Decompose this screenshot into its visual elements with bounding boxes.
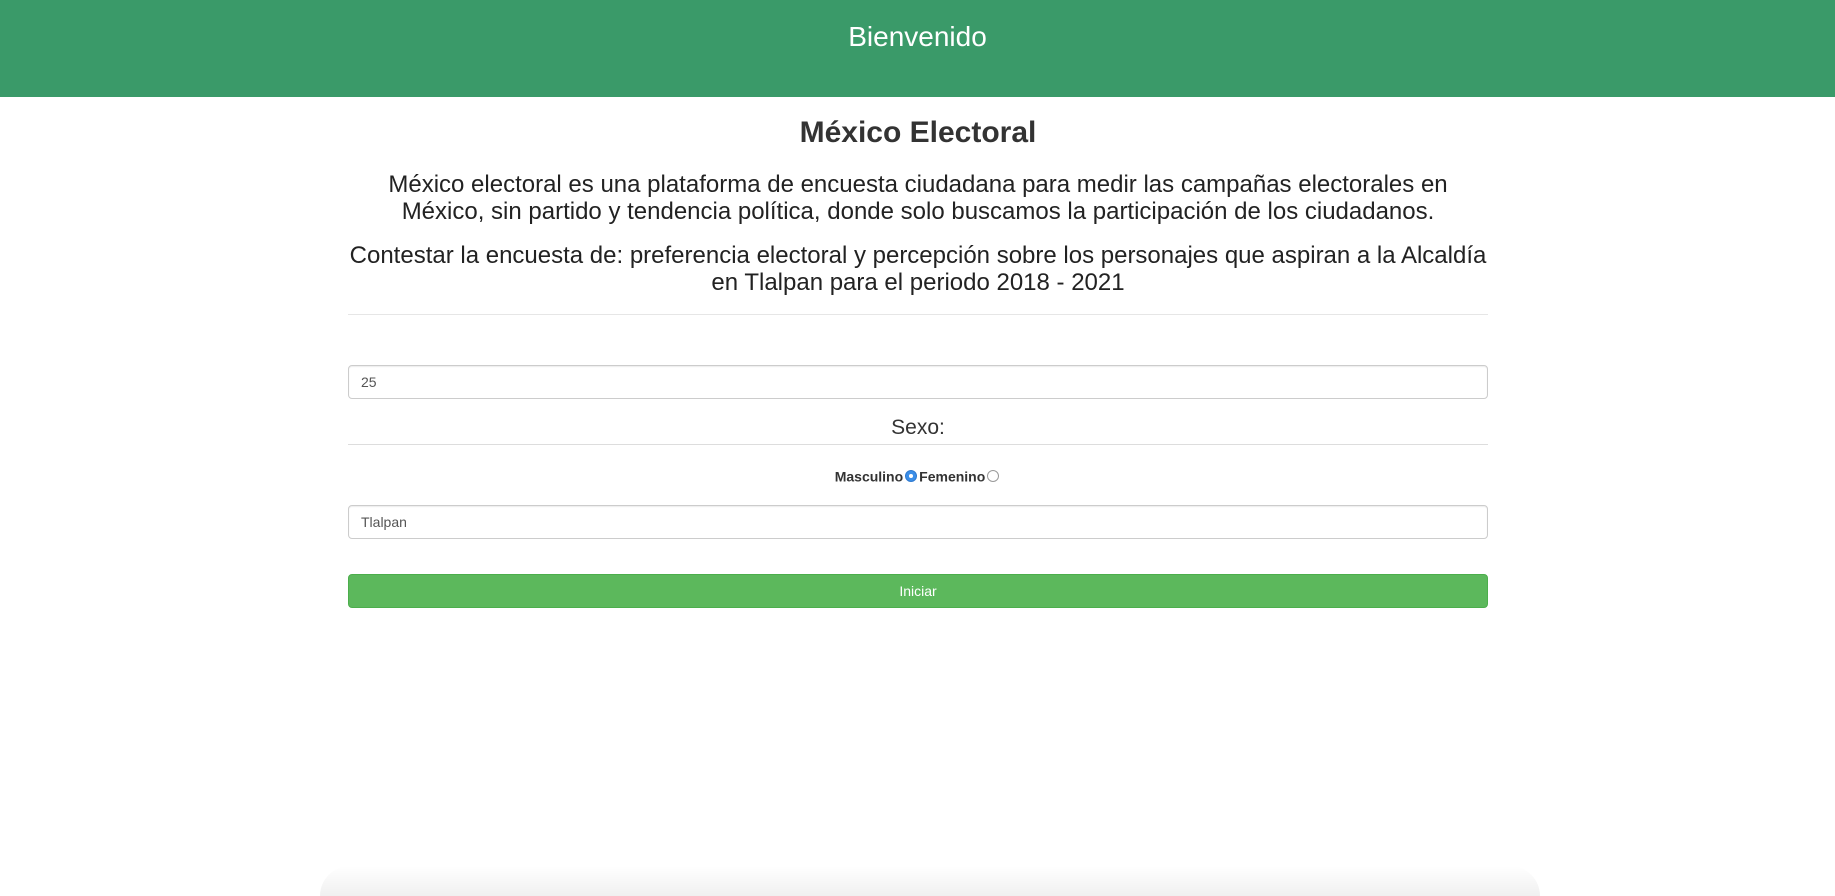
start-button[interactable]: Iniciar: [348, 574, 1488, 608]
radio-femenino[interactable]: [987, 470, 1000, 483]
radio-label-femenino[interactable]: Femenino: [919, 468, 985, 484]
section-divider: [348, 314, 1488, 315]
alcaldia-input-value: Tlalpan: [361, 514, 407, 530]
age-input[interactable]: 25: [348, 365, 1488, 399]
bottom-shadow: [320, 866, 1540, 896]
sex-divider: [348, 444, 1488, 445]
age-input-value: 25: [361, 374, 377, 390]
radio-label-masculino[interactable]: Masculino: [835, 468, 903, 484]
top-banner: Bienvenido: [0, 0, 1835, 97]
sex-label: Sexo:: [891, 416, 945, 439]
radio-masculino[interactable]: [905, 470, 918, 483]
banner-title: Bienvenido: [848, 21, 987, 52]
page-title: México Electoral: [799, 116, 1037, 149]
alcaldia-input[interactable]: Tlalpan: [348, 505, 1488, 539]
survey-description: Contestar la encuesta de: preferencia el…: [349, 242, 1487, 296]
sex-radio-group: Masculino Femenino: [348, 465, 1488, 486]
intro-text: México electoral es una plataforma de en…: [388, 171, 1448, 225]
